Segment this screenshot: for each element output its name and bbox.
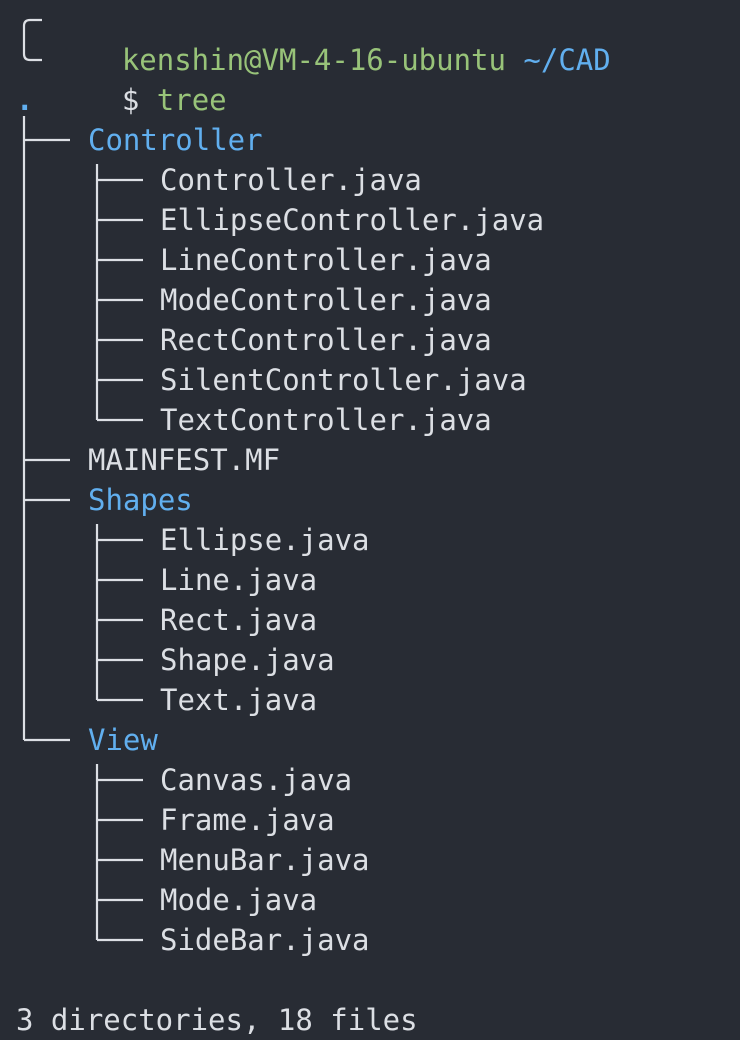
tree-file: Shape.java xyxy=(160,643,335,677)
tree-file: ModeController.java xyxy=(160,283,492,317)
tree-directory: Shapes xyxy=(88,483,193,517)
tree-directory: Controller xyxy=(88,123,263,157)
prompt-cwd: ~/CAD xyxy=(523,43,611,77)
prompt-line: kenshin@VM-4-16-ubuntu ~/CAD xyxy=(52,0,611,77)
tree-file: Canvas.java xyxy=(160,763,353,797)
tree-file: Rect.java xyxy=(160,603,318,637)
tree-file: Controller.java xyxy=(160,163,422,197)
tree-file: MenuBar.java xyxy=(160,843,370,877)
command-line: $ tree xyxy=(52,40,227,117)
tree-file: Text.java xyxy=(160,683,318,717)
prompt-symbol: $ xyxy=(121,83,140,117)
tree-file: EllipseController.java xyxy=(160,203,545,237)
tree-file: RectController.java xyxy=(160,323,492,357)
tree-file: Mode.java xyxy=(160,883,318,917)
tree-file: Ellipse.java xyxy=(160,523,370,557)
tree-file: Line.java xyxy=(160,563,318,597)
command-text: tree xyxy=(156,83,227,117)
tree-file: MAINFEST.MF xyxy=(88,443,281,477)
tree-file: SideBar.java xyxy=(160,923,370,957)
tree-directory: View xyxy=(88,723,158,757)
tree-file: TextController.java xyxy=(160,403,492,437)
tree-file: SilentController.java xyxy=(160,363,527,397)
tree-summary: 3 directories, 18 files xyxy=(16,1003,418,1037)
tree-root: . xyxy=(16,83,34,117)
tree-file: LineController.java xyxy=(160,243,492,277)
tree-file: Frame.java xyxy=(160,803,335,837)
